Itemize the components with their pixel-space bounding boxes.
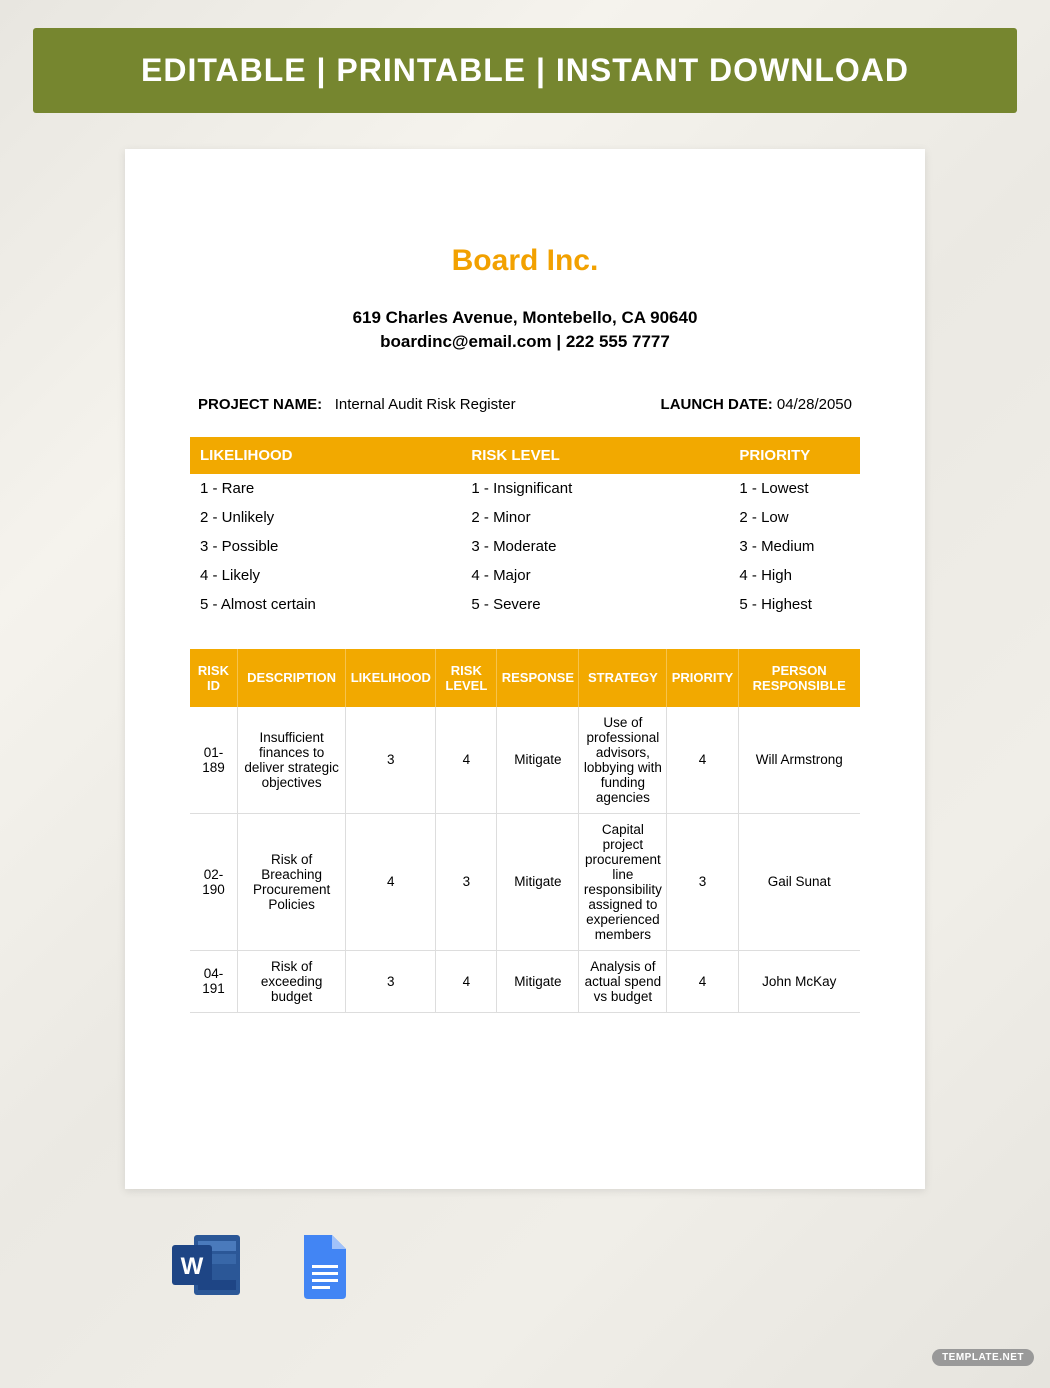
project-name-label: PROJECT NAME: xyxy=(198,396,322,413)
table-row: 01-189 Insufficient finances to deliver … xyxy=(190,707,860,814)
launch-date-label: LAUNCH DATE: xyxy=(661,396,773,413)
th-risk-id: RISK ID xyxy=(190,649,237,707)
svg-text:W: W xyxy=(181,1253,204,1280)
legend-row: 5 - Almost certain 5 - Severe 5 - Highes… xyxy=(190,590,860,619)
legend-table: LIKELIHOOD RISK LEVEL PRIORITY 1 - Rare … xyxy=(190,437,860,619)
format-icons-row: W xyxy=(168,1231,1050,1301)
risk-table: RISK ID DESCRIPTION LIKELIHOOD RISK LEVE… xyxy=(190,649,860,1013)
google-docs-icon[interactable] xyxy=(300,1231,370,1301)
legend-row: 1 - Rare 1 - Insignificant 1 - Lowest xyxy=(190,474,860,503)
document-page: Board Inc. 619 Charles Avenue, Montebell… xyxy=(125,149,925,1189)
word-icon[interactable]: W xyxy=(168,1231,238,1301)
legend-header-likelihood: LIKELIHOOD xyxy=(190,447,471,464)
table-row: 04-191 Risk of exceeding budget 3 4 Miti… xyxy=(190,950,860,1012)
company-name: Board Inc. xyxy=(190,244,860,278)
company-contact: boardinc@email.com | 222 555 7777 xyxy=(190,330,860,354)
banner: EDITABLE | PRINTABLE | INSTANT DOWNLOAD xyxy=(33,28,1017,113)
th-priority: PRIORITY xyxy=(667,649,738,707)
legend-row: 3 - Possible 3 - Moderate 3 - Medium xyxy=(190,532,860,561)
th-description: DESCRIPTION xyxy=(237,649,345,707)
company-address: 619 Charles Avenue, Montebello, CA 90640 xyxy=(190,306,860,330)
project-name-value xyxy=(326,396,334,413)
legend-row: 4 - Likely 4 - Major 4 - High xyxy=(190,561,860,590)
th-risk-level: RISK LEVEL xyxy=(436,649,497,707)
th-likelihood: LIKELIHOOD xyxy=(346,649,436,707)
meta-row: PROJECT NAME: Internal Audit Risk Regist… xyxy=(190,396,860,413)
legend-header-priority: PRIORITY xyxy=(739,447,860,464)
th-strategy: STRATEGY xyxy=(579,649,667,707)
th-person: PERSON RESPONSIBLE xyxy=(738,649,860,707)
legend-header-risklevel: RISK LEVEL xyxy=(471,447,739,464)
launch-date-value: 04/28/2050 xyxy=(777,396,852,413)
watermark: TEMPLATE.NET xyxy=(932,1349,1034,1366)
th-response: RESPONSE xyxy=(497,649,579,707)
table-row: 02-190 Risk of Breaching Procurement Pol… xyxy=(190,813,860,950)
legend-row: 2 - Unlikely 2 - Minor 2 - Low xyxy=(190,503,860,532)
